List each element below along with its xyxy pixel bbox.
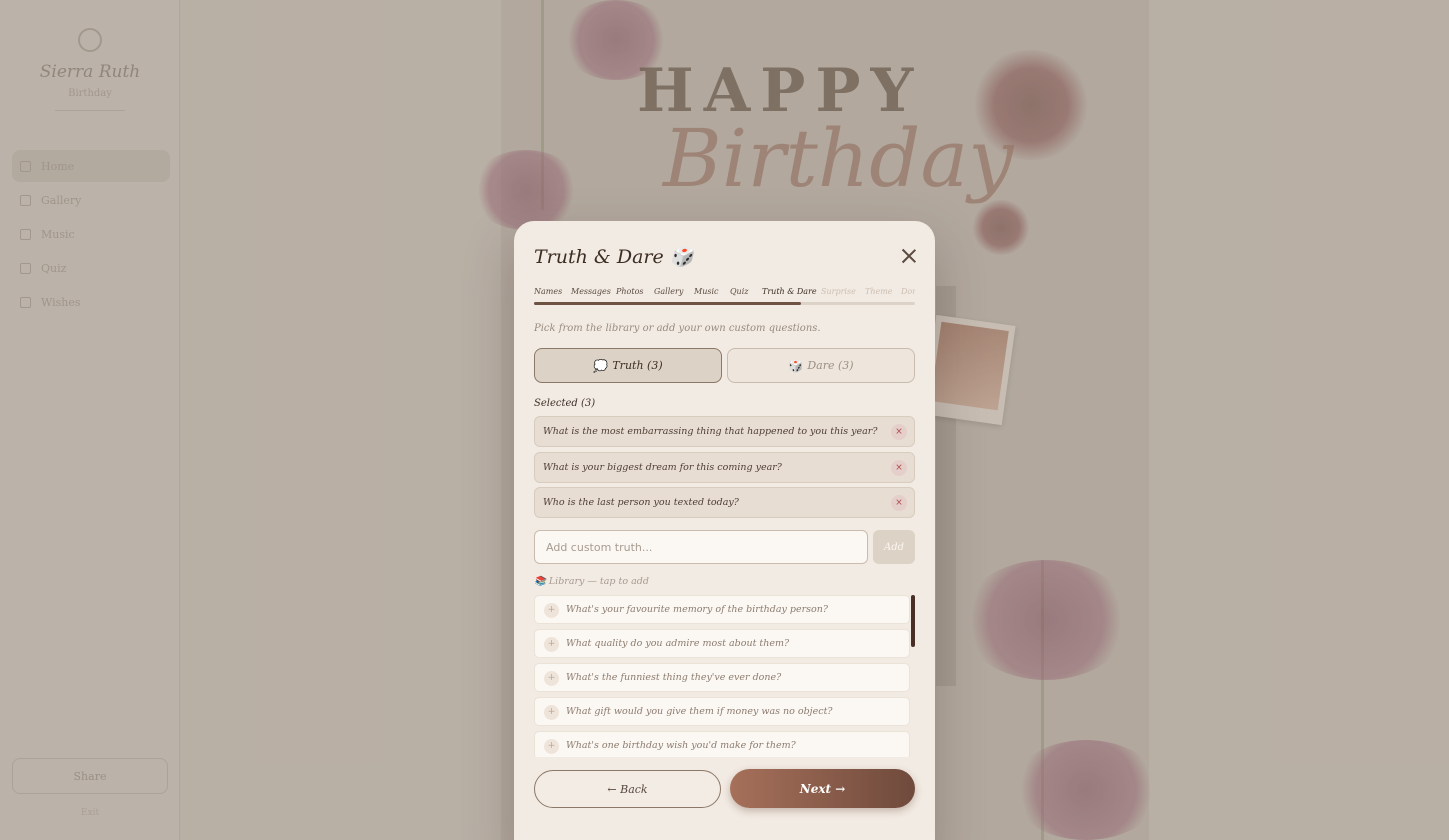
library-item[interactable]: + What's one birthday wish you'd make for… bbox=[534, 731, 910, 757]
selected-question-text: Who is the last person you texted today? bbox=[543, 497, 739, 508]
library-item-text: What's one birthday wish you'd make for … bbox=[566, 740, 796, 751]
library-item[interactable]: + What's your favourite memory of the bir… bbox=[534, 595, 910, 624]
selected-question: What is the most embarrassing thing that… bbox=[534, 416, 915, 447]
step-names[interactable]: Names bbox=[534, 287, 562, 296]
back-button[interactable]: ← Back bbox=[534, 770, 721, 808]
plus-icon: + bbox=[544, 671, 559, 686]
step-quiz[interactable]: Quiz bbox=[730, 287, 748, 296]
selected-question: What is your biggest dream for this comi… bbox=[534, 451, 915, 483]
library-scrollbar[interactable] bbox=[911, 595, 915, 647]
tab-dare-label: Dare (3) bbox=[807, 359, 854, 372]
step-messages[interactable]: Messages bbox=[571, 287, 611, 296]
library-item-text: What quality do you admire most about th… bbox=[566, 638, 790, 649]
remove-icon[interactable]: × bbox=[891, 459, 907, 476]
library-item[interactable]: + What's the funniest thing they've ever … bbox=[534, 663, 910, 692]
selected-list: What is the most embarrassing thing that… bbox=[534, 416, 915, 523]
selected-question-text: What is the most embarrassing thing that… bbox=[543, 426, 878, 437]
modal-title: Truth & Dare 🎲 bbox=[534, 246, 694, 268]
tab-truth[interactable]: 💭 Truth (3) bbox=[534, 348, 722, 383]
step-surprise[interactable]: Surprise bbox=[821, 287, 856, 296]
step-theme[interactable]: Theme bbox=[865, 287, 893, 296]
next-button[interactable]: Next → bbox=[730, 769, 915, 808]
remove-icon[interactable]: × bbox=[891, 424, 907, 440]
library-item[interactable]: + What gift would you give them if money … bbox=[534, 697, 910, 726]
selected-question-text: What is your biggest dream for this comi… bbox=[543, 461, 782, 473]
custom-question-row: Add bbox=[534, 530, 915, 564]
add-button[interactable]: Add bbox=[873, 530, 915, 564]
library-item[interactable]: + What quality do you admire most about t… bbox=[534, 629, 910, 658]
truth-dare-modal: Truth & Dare 🎲 Names Messages Photos Gal… bbox=[514, 221, 935, 840]
plus-icon: + bbox=[544, 739, 559, 754]
plus-icon: + bbox=[544, 603, 559, 618]
step-done[interactable]: Done bbox=[901, 287, 915, 296]
progress-fill bbox=[534, 302, 801, 305]
step-photos[interactable]: Photos bbox=[616, 287, 644, 296]
dice-icon: 🎲 bbox=[788, 358, 804, 373]
step-truth-dare[interactable]: Truth & Dare bbox=[762, 287, 817, 296]
tab-dare[interactable]: 🎲 Dare (3) bbox=[727, 348, 915, 383]
step-gallery[interactable]: Gallery bbox=[654, 287, 683, 296]
thought-icon: 💭 bbox=[593, 358, 609, 373]
progress-bar bbox=[534, 302, 915, 305]
remove-icon[interactable]: × bbox=[891, 495, 907, 511]
library-label: 📚 Library — tap to add bbox=[534, 576, 649, 587]
library-item-text: What's your favourite memory of the birt… bbox=[566, 604, 828, 615]
selected-label: Selected (3) bbox=[534, 398, 596, 409]
plus-icon: + bbox=[544, 637, 559, 652]
selected-question: Who is the last person you texted today?… bbox=[534, 487, 915, 518]
library-item-text: What's the funniest thing they've ever d… bbox=[566, 672, 782, 683]
library-list[interactable]: + What's your favourite memory of the bir… bbox=[534, 595, 915, 757]
step-music[interactable]: Music bbox=[694, 287, 719, 296]
close-icon[interactable] bbox=[900, 247, 918, 265]
plus-icon: + bbox=[544, 705, 559, 720]
tab-truth-label: Truth (3) bbox=[612, 359, 663, 372]
custom-truth-input[interactable] bbox=[534, 530, 868, 564]
library-item-text: What gift would you give them if money w… bbox=[566, 706, 833, 717]
hint-text: Pick from the library or add your own cu… bbox=[534, 323, 821, 334]
